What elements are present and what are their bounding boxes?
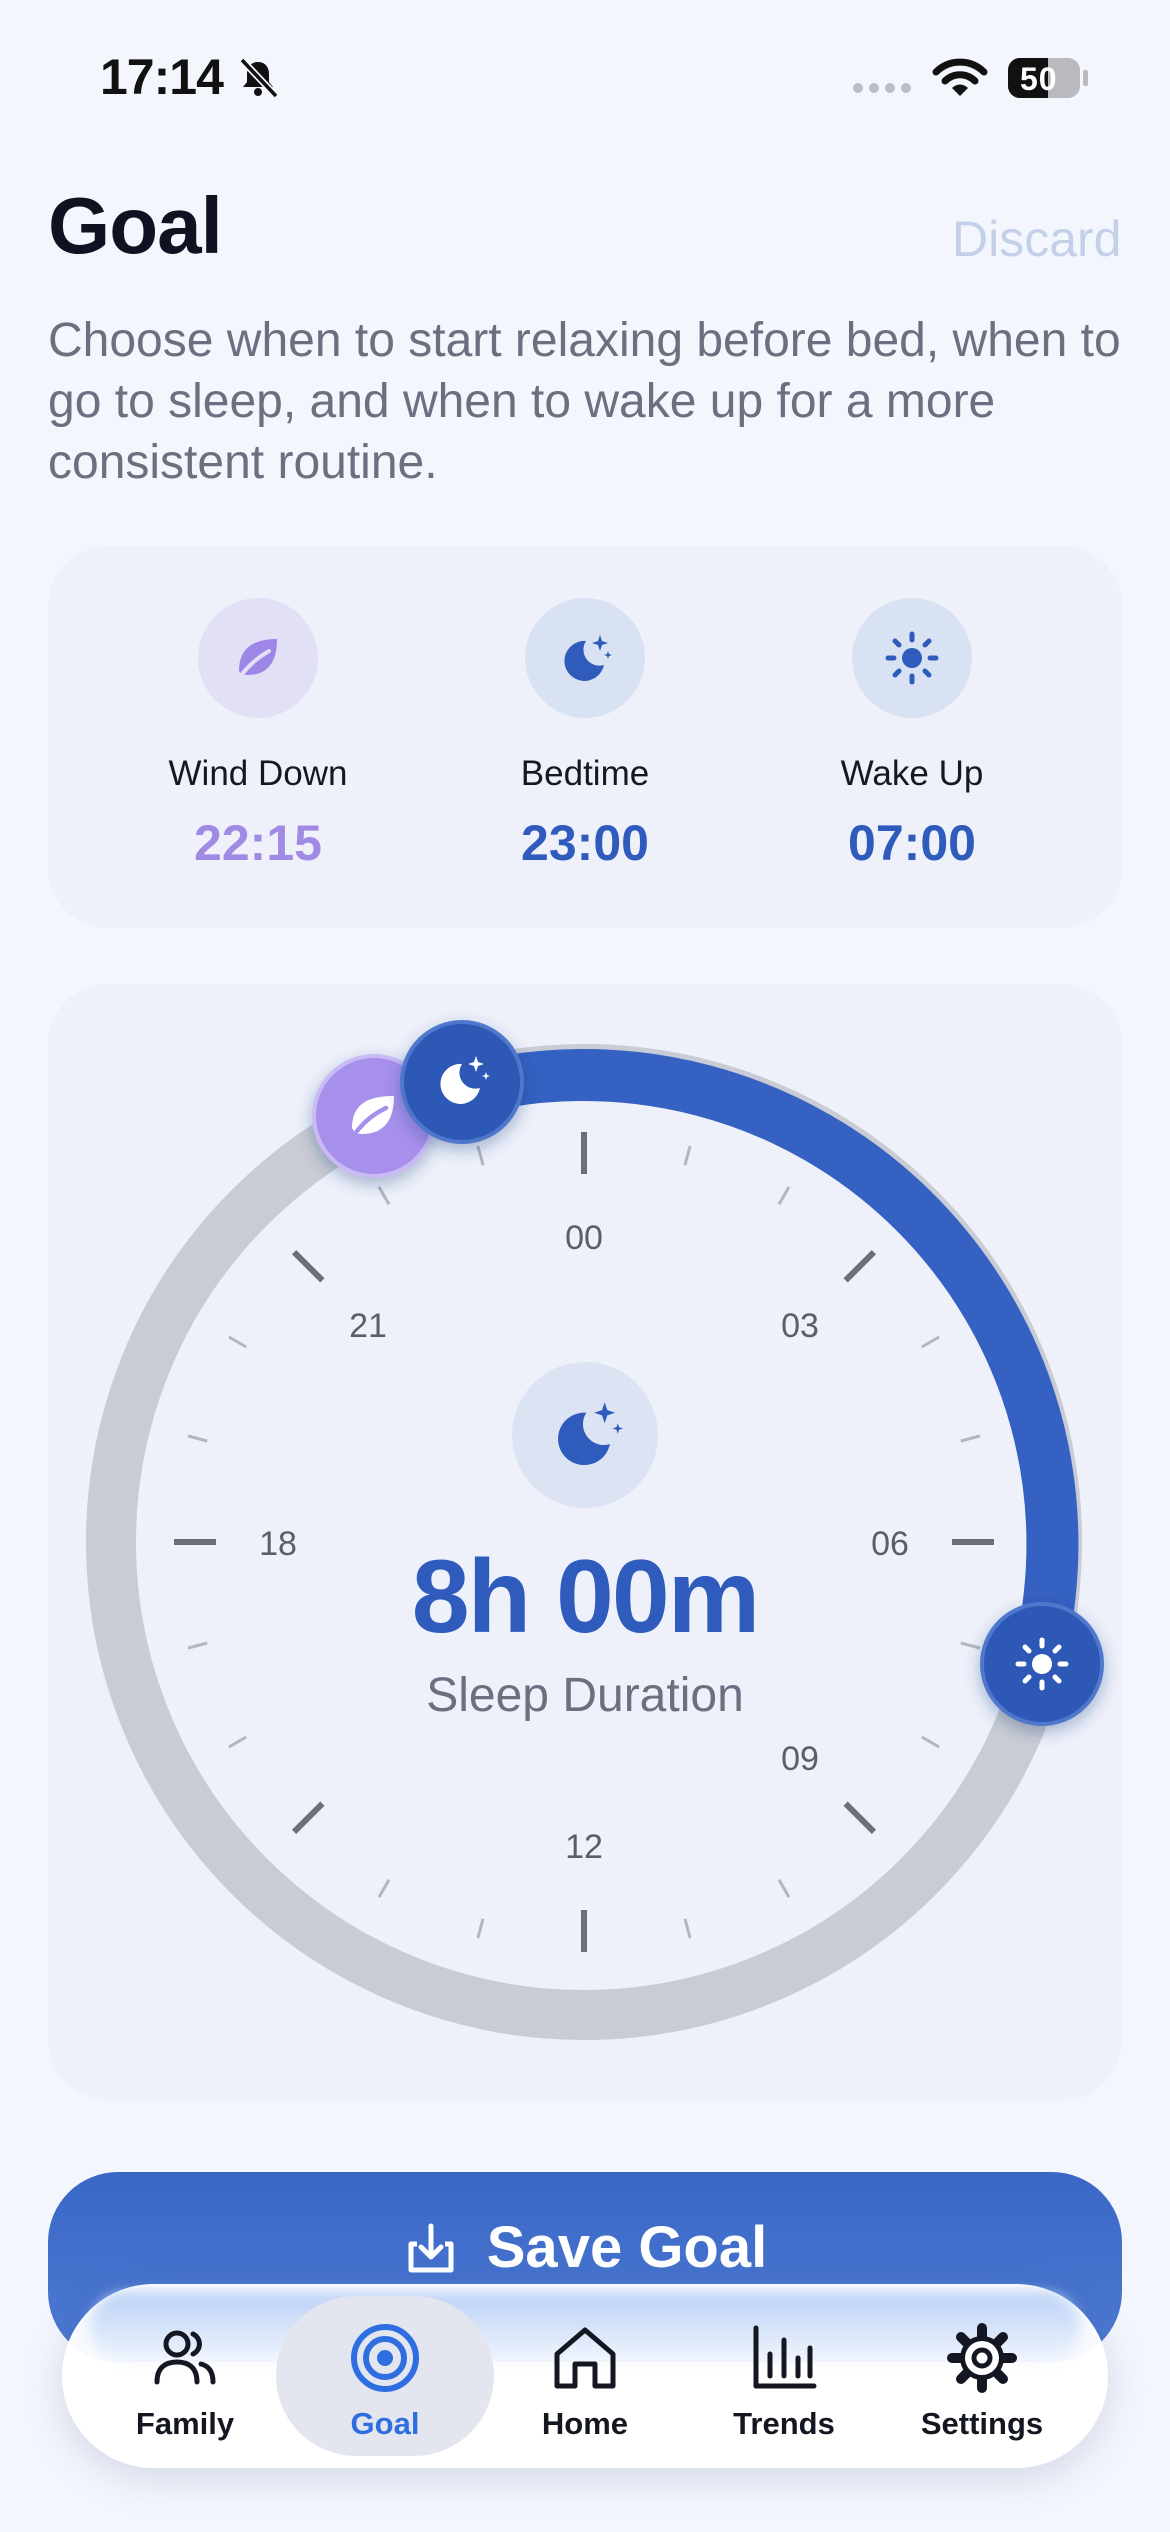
dial-tick — [377, 1878, 391, 1898]
gear-icon — [947, 2323, 1017, 2393]
dial-tick — [960, 1434, 981, 1443]
hour-label-03: 03 — [781, 1307, 819, 1345]
save-goal-label: Save Goal — [486, 2215, 768, 2280]
tab-goal-label: Goal — [350, 2406, 420, 2441]
dial-tick — [476, 1145, 485, 1166]
sun-icon — [1015, 1637, 1069, 1691]
dial-tick — [777, 1878, 791, 1898]
hour-label-21: 21 — [349, 1307, 387, 1345]
wake-up-handle[interactable] — [980, 1602, 1104, 1726]
home-icon — [554, 2327, 616, 2389]
dial-tick — [960, 1641, 981, 1650]
people-icon — [154, 2330, 216, 2385]
tab-settings-label: Settings — [920, 2406, 1044, 2441]
tab-family[interactable]: Family — [85, 2296, 285, 2454]
tab-trends-label: Trends — [733, 2406, 835, 2441]
tab-goal[interactable]: Goal — [285, 2296, 485, 2454]
dial-tick — [683, 1918, 692, 1939]
center-moon-icon — [512, 1362, 658, 1508]
dial-tick — [843, 1249, 877, 1283]
sleep-duration-label: Sleep Duration — [426, 1669, 744, 1722]
sleep-duration-value: 8h 00m — [411, 1539, 760, 1655]
dial-tick — [291, 1249, 325, 1283]
sleep-clock-dial[interactable]: 00 03 06 09 12 18 21 — [0, 0, 1170, 2200]
tab-family-label: Family — [135, 2406, 235, 2441]
dial-tick — [377, 1186, 391, 1206]
dial-tick — [476, 1918, 485, 1939]
dial-tick — [920, 1735, 940, 1749]
dial-tick — [228, 1735, 248, 1749]
dial-tick — [187, 1434, 208, 1443]
tab-trends[interactable]: Trends — [684, 2296, 884, 2454]
dial-tick — [683, 1145, 692, 1166]
bar-chart-icon — [753, 2325, 817, 2389]
hour-label-00: 00 — [565, 1219, 603, 1257]
target-icon — [351, 2324, 419, 2392]
dial-tick — [777, 1186, 791, 1206]
hour-label-12: 12 — [565, 1828, 603, 1866]
tab-settings[interactable]: Settings — [882, 2296, 1082, 2454]
tab-home-label: Home — [541, 2406, 629, 2441]
download-icon — [408, 2223, 454, 2272]
tab-home[interactable]: Home — [485, 2296, 685, 2454]
dial-tick — [920, 1335, 940, 1349]
dial-tick — [228, 1335, 248, 1349]
dial-tick — [187, 1641, 208, 1650]
hour-label-09: 09 — [781, 1740, 819, 1778]
bedtime-handle[interactable] — [400, 1020, 524, 1144]
dial-tick — [291, 1801, 325, 1835]
dial-tick — [843, 1801, 877, 1835]
